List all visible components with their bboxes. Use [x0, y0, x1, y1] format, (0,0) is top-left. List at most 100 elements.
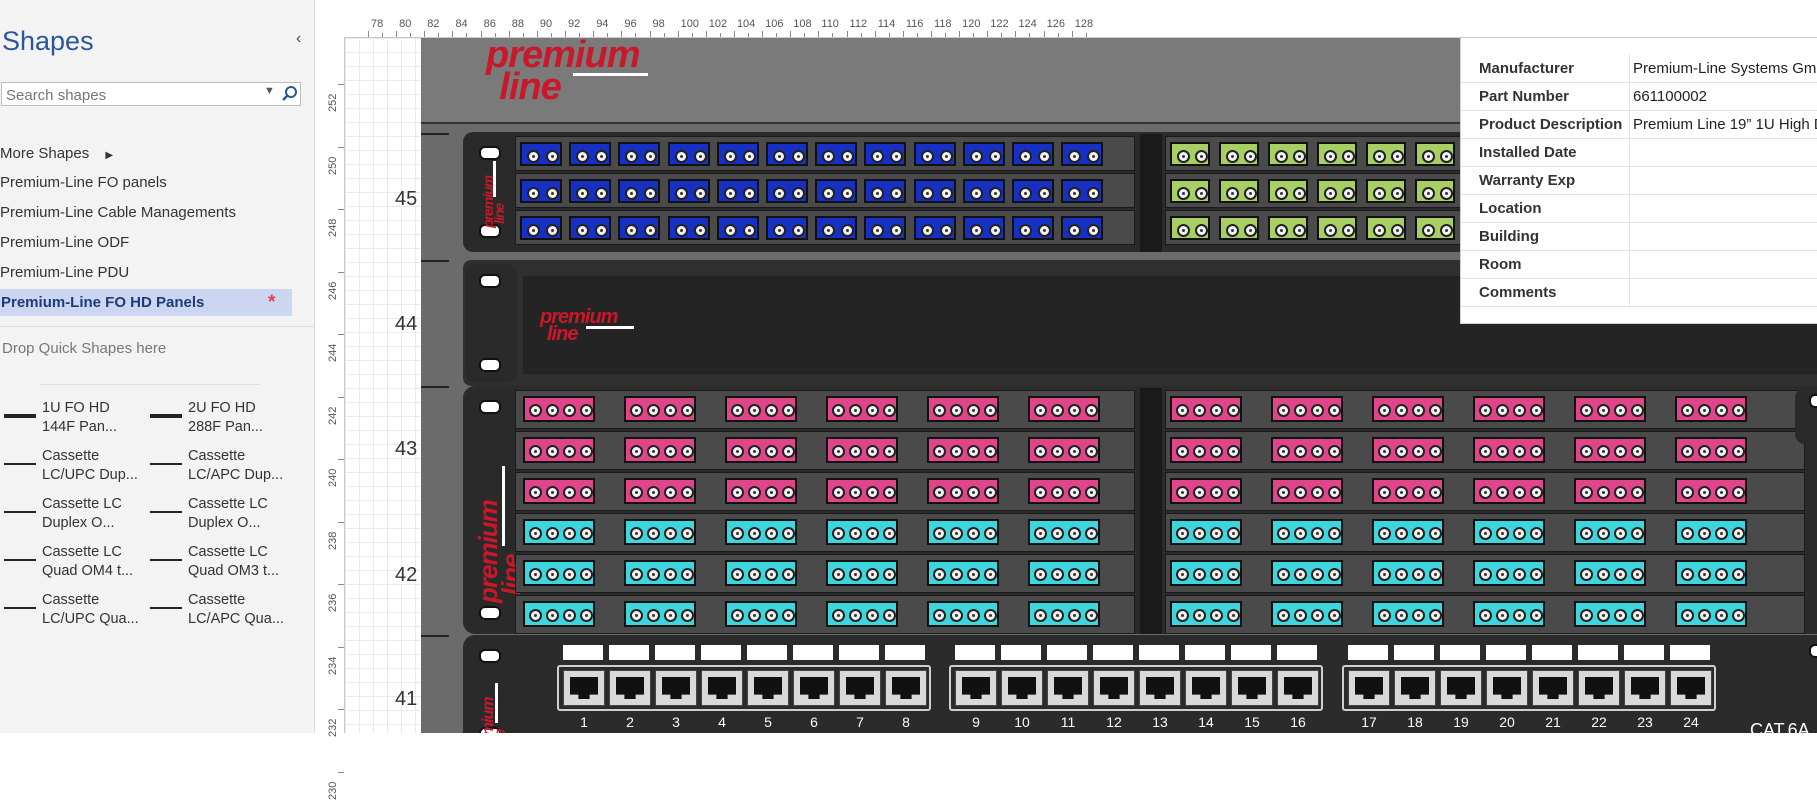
fiber-cassette[interactable] — [962, 216, 1005, 240]
fiber-port[interactable] — [529, 527, 542, 540]
port-label-tab[interactable] — [1047, 645, 1087, 660]
fiber-port[interactable] — [1068, 527, 1081, 540]
fiber-port[interactable] — [1378, 609, 1391, 622]
fiber-port[interactable] — [832, 609, 845, 622]
fiber-port[interactable] — [748, 609, 761, 622]
fiber-port[interactable] — [883, 445, 896, 458]
fiber-port[interactable] — [1038, 150, 1051, 163]
fiber-port[interactable] — [748, 445, 761, 458]
fiber-cassette[interactable] — [1415, 142, 1455, 166]
fiber-port[interactable] — [1513, 404, 1526, 417]
fiber-cassette[interactable] — [1271, 601, 1343, 627]
fiber-port[interactable] — [1681, 486, 1694, 499]
fiber-cassette[interactable] — [1170, 560, 1242, 586]
fiber-port[interactable] — [1034, 486, 1047, 499]
fiber-port[interactable] — [1429, 404, 1442, 417]
fiber-port[interactable] — [1194, 224, 1208, 237]
fiber-port[interactable] — [1429, 527, 1442, 540]
fiber-port[interactable] — [731, 486, 744, 499]
fiber-cassette[interactable] — [1574, 519, 1646, 545]
shape-item[interactable]: Cassette LC/UPC Qua... — [0, 591, 140, 635]
fiber-port[interactable] — [933, 609, 946, 622]
fiber-cassette[interactable] — [624, 478, 696, 504]
fiber-port[interactable] — [546, 527, 559, 540]
fiber-port[interactable] — [849, 527, 862, 540]
fiber-cassette[interactable] — [1028, 478, 1100, 504]
fiber-port[interactable] — [871, 224, 885, 237]
fiber-port[interactable] — [576, 150, 590, 163]
fiber-cassette[interactable] — [1061, 142, 1104, 166]
fiber-port[interactable] — [1378, 404, 1391, 417]
fiber-port[interactable] — [1019, 224, 1032, 237]
fiber-port[interactable] — [1294, 527, 1307, 540]
fiber-port[interactable] — [1176, 404, 1189, 417]
fiber-port[interactable] — [1328, 568, 1341, 581]
fiber-cassette[interactable] — [1574, 478, 1646, 504]
fiber-port[interactable] — [967, 445, 980, 458]
fiber-port[interactable] — [674, 224, 688, 237]
fiber-port[interactable] — [1194, 150, 1208, 163]
fiber-port[interactable] — [822, 150, 836, 163]
port-label-tab[interactable] — [793, 645, 833, 660]
port-label-tab[interactable] — [747, 645, 787, 660]
fiber-port[interactable] — [1176, 568, 1189, 581]
port-label-tab[interactable] — [1001, 645, 1041, 660]
fiber-cassette[interactable] — [569, 179, 612, 203]
fiber-port[interactable] — [1496, 404, 1509, 417]
fiber-port[interactable] — [1390, 150, 1404, 163]
fiber-cassette[interactable] — [1372, 478, 1444, 504]
fiber-port[interactable] — [1176, 609, 1189, 622]
fiber-port[interactable] — [1580, 445, 1593, 458]
fiber-port[interactable] — [1341, 150, 1355, 163]
fiber-cassette[interactable] — [1372, 437, 1444, 463]
fiber-port[interactable] — [1277, 486, 1290, 499]
fiber-port[interactable] — [1631, 609, 1644, 622]
fiber-cassette[interactable] — [725, 560, 797, 586]
fiber-cassette[interactable] — [725, 601, 797, 627]
fiber-cassette[interactable] — [1675, 396, 1747, 422]
fiber-port[interactable] — [664, 404, 677, 417]
fiber-port[interactable] — [693, 224, 707, 237]
fiber-cassette[interactable] — [1366, 142, 1406, 166]
fiber-port[interactable] — [782, 568, 795, 581]
fiber-port[interactable] — [546, 609, 559, 622]
fiber-port[interactable] — [625, 150, 639, 163]
fiber-port[interactable] — [647, 527, 660, 540]
fiber-port[interactable] — [1681, 527, 1694, 540]
stencil-item[interactable]: Premium-Line Cable Managements — [0, 199, 236, 226]
fiber-port[interactable] — [681, 527, 694, 540]
fiber-cassette[interactable] — [826, 478, 898, 504]
fiber-port[interactable] — [1274, 150, 1288, 163]
fiber-port[interactable] — [1068, 609, 1081, 622]
fiber-port[interactable] — [580, 404, 593, 417]
fiber-port[interactable] — [1681, 404, 1694, 417]
fiber-port[interactable] — [782, 527, 795, 540]
fiber-port[interactable] — [1395, 404, 1408, 417]
fiber-port[interactable] — [1372, 187, 1386, 200]
horizontal-ruler[interactable]: 78 80 82 84 86 88 90 92 94 96 98 100 102 104 106 108 110… — [326, 17, 1817, 38]
fiber-port[interactable] — [1631, 527, 1644, 540]
fiber-port[interactable] — [1513, 609, 1526, 622]
fiber-port[interactable] — [529, 445, 542, 458]
fiber-port[interactable] — [1732, 609, 1745, 622]
fiber-port[interactable] — [1311, 609, 1324, 622]
fiber-cassette[interactable] — [1170, 142, 1210, 166]
fiber-port[interactable] — [1085, 404, 1098, 417]
fiber-port[interactable] — [1085, 527, 1098, 540]
fiber-cassette[interactable] — [1028, 437, 1100, 463]
fiber-port[interactable] — [950, 609, 963, 622]
fiber-port[interactable] — [765, 445, 778, 458]
fiber-port[interactable] — [988, 224, 1002, 237]
fiber-port[interactable] — [1597, 445, 1610, 458]
fiber-port[interactable] — [1068, 150, 1082, 163]
fiber-port[interactable] — [546, 404, 559, 417]
fiber-cassette[interactable] — [667, 216, 710, 240]
fiber-cassette[interactable] — [1675, 601, 1747, 627]
fiber-port[interactable] — [939, 187, 953, 200]
fiber-port[interactable] — [1496, 568, 1509, 581]
fiber-port[interactable] — [883, 609, 896, 622]
fiber-port[interactable] — [792, 187, 805, 200]
fiber-cassette[interactable] — [1366, 216, 1406, 240]
fiber-port[interactable] — [871, 187, 885, 200]
fiber-port[interactable] — [1614, 404, 1627, 417]
